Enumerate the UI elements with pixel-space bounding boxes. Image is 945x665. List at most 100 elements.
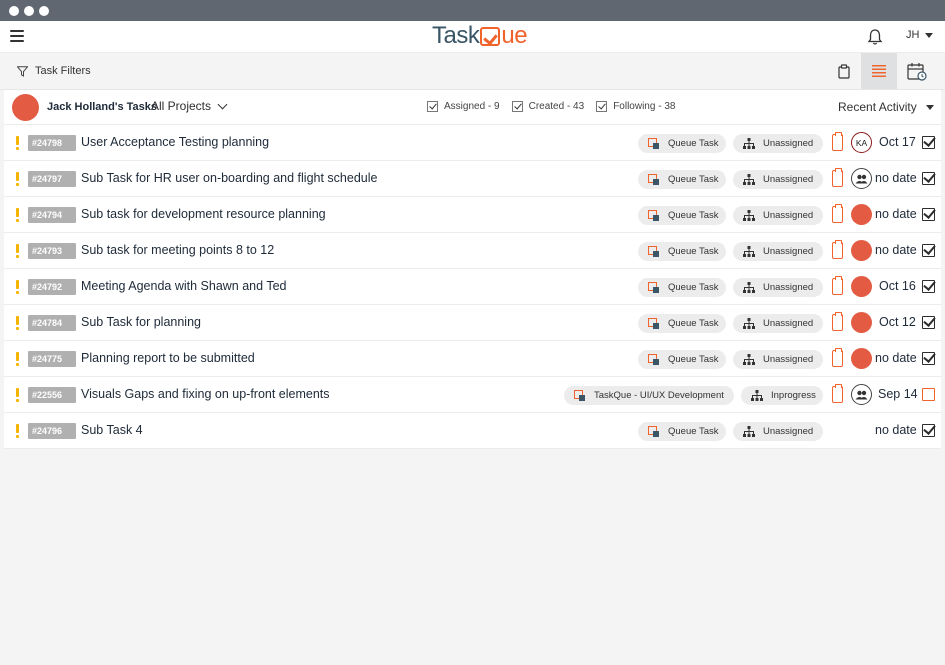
window-minimize-dot[interactable] (24, 5, 34, 16)
notification-bell-icon[interactable] (867, 28, 883, 46)
task-queue-pill[interactable]: TaskQue - UI/UX Development (564, 386, 734, 405)
task-complete-checkbox[interactable] (922, 208, 935, 221)
task-id-badge: #24797 (28, 171, 76, 187)
assignee-avatar[interactable] (851, 204, 872, 225)
assignee-group-avatar[interactable] (851, 168, 872, 189)
task-title[interactable]: Sub Task for HR user on-boarding and fli… (81, 171, 377, 185)
task-clipboard-icon[interactable] (832, 276, 843, 295)
task-complete-checkbox[interactable] (922, 172, 935, 185)
task-clipboard-icon[interactable] (832, 204, 843, 223)
task-row[interactable]: #24784 Sub Task for planning Queue Task Una… (4, 305, 941, 341)
task-queue-pill[interactable]: Queue Task (638, 242, 726, 261)
task-status-pill[interactable]: Unassigned (733, 278, 823, 297)
assignee-avatar[interactable] (851, 348, 872, 369)
task-row[interactable]: #24775 Planning report to be submitted Que… (4, 341, 941, 377)
filter-assigned[interactable]: Assigned - 9 (427, 101, 500, 112)
task-status-pill[interactable]: Unassigned (733, 314, 823, 333)
window-close-dot[interactable] (9, 5, 19, 16)
task-title[interactable]: Meeting Agenda with Shawn and Ted (81, 279, 286, 293)
task-row[interactable]: #24797 Sub Task for HR user on-boarding a… (4, 161, 941, 197)
task-status-pill[interactable]: Inprogress (741, 386, 823, 405)
task-complete-checkbox[interactable] (922, 352, 935, 365)
task-row[interactable]: #24794 Sub task for development resource … (4, 197, 941, 233)
filter-created[interactable]: Created - 43 (511, 101, 585, 112)
task-clipboard-icon[interactable] (832, 168, 843, 187)
user-menu[interactable]: JH (906, 29, 934, 41)
task-title[interactable]: Planning report to be submitted (81, 351, 255, 365)
task-title[interactable]: Sub task for meeting points 8 to 12 (81, 243, 274, 257)
task-id-badge: #24784 (28, 315, 76, 331)
task-clipboard-icon[interactable] (832, 240, 843, 259)
sort-select[interactable]: Recent Activity (838, 100, 934, 114)
task-due-date: Oct 17 (879, 135, 916, 149)
task-queue-pill[interactable]: Queue Task (638, 206, 726, 225)
task-status-label: Unassigned (763, 426, 814, 437)
task-row[interactable]: #22556 Visuals Gaps and fixing on up-fron… (4, 377, 941, 413)
hierarchy-icon (743, 246, 755, 257)
queue-icon (574, 389, 586, 402)
task-type-filters: Assigned - 9 Created - 43 Following - 38 (427, 101, 675, 112)
task-status-pill[interactable]: Unassigned (733, 422, 823, 441)
calendar-view-button[interactable] (899, 53, 935, 89)
filter-following[interactable]: Following - 38 (596, 101, 675, 112)
task-complete-checkbox[interactable] (922, 424, 935, 437)
sort-select-value: Recent Activity (838, 100, 917, 114)
task-clipboard-icon[interactable] (832, 312, 843, 331)
task-title[interactable]: Sub task for development resource planni… (81, 207, 326, 221)
project-select-value: All Projects (151, 99, 212, 113)
filter-following-checkbox[interactable] (596, 101, 608, 112)
task-queue-pill[interactable]: Queue Task (638, 134, 726, 153)
task-filters-button[interactable]: Task Filters (17, 65, 91, 77)
assignee-avatar[interactable]: KA (851, 132, 872, 153)
task-row[interactable]: #24792 Meeting Agenda with Shawn and Ted Q… (4, 269, 941, 305)
assignee-avatar[interactable] (851, 276, 872, 297)
task-queue-pill[interactable]: Queue Task (638, 350, 726, 369)
window-maximize-dot[interactable] (39, 5, 49, 16)
assignee-avatar[interactable] (851, 312, 872, 333)
project-select[interactable]: All Projects (151, 99, 228, 113)
task-status-pill[interactable]: Unassigned (733, 134, 823, 153)
task-queue-pill[interactable]: Queue Task (638, 278, 726, 297)
task-status-label: Unassigned (763, 174, 814, 185)
owner-avatar[interactable] (12, 94, 39, 121)
assignee-avatar[interactable] (851, 240, 872, 261)
filter-created-label: Created - 43 (528, 101, 585, 112)
task-queue-label: Queue Task (668, 246, 719, 257)
list-view-button[interactable] (861, 53, 897, 89)
filter-created-checkbox[interactable] (511, 101, 523, 112)
task-complete-checkbox[interactable] (922, 280, 935, 293)
task-complete-checkbox[interactable] (922, 388, 935, 401)
task-status-pill[interactable]: Unassigned (733, 350, 823, 369)
task-complete-checkbox[interactable] (922, 244, 935, 257)
priority-exclamation-icon (16, 208, 19, 222)
task-complete-checkbox[interactable] (922, 136, 935, 149)
filter-assigned-checkbox[interactable] (427, 101, 438, 112)
filter-toolbar: Task Filters (0, 53, 945, 90)
task-row[interactable]: #24796 Sub Task 4 Queue Task Unassigned no d… (4, 413, 941, 449)
board-view-button[interactable] (826, 53, 862, 89)
task-row[interactable]: #24793 Sub task for meeting points 8 to 1… (4, 233, 941, 269)
task-title[interactable]: Sub Task for planning (81, 315, 201, 329)
task-title[interactable]: Sub Task 4 (81, 423, 143, 437)
task-clipboard-icon[interactable] (832, 348, 843, 367)
task-status-pill[interactable]: Unassigned (733, 242, 823, 261)
task-status-pill[interactable]: Unassigned (733, 170, 823, 189)
task-queue-pill[interactable]: Queue Task (638, 170, 726, 189)
task-clipboard-icon[interactable] (832, 384, 843, 403)
task-queue-pill[interactable]: Queue Task (638, 314, 726, 333)
task-row[interactable]: #24798 User Acceptance Testing planning Qu… (4, 125, 941, 161)
assignee-group-avatar[interactable] (851, 384, 872, 405)
task-status-pill[interactable]: Unassigned (733, 206, 823, 225)
task-id-badge: #24775 (28, 351, 76, 367)
task-queue-pill[interactable]: Queue Task (638, 422, 726, 441)
task-status-label: Unassigned (763, 138, 814, 149)
task-status-label: Unassigned (763, 282, 814, 293)
task-complete-checkbox[interactable] (922, 316, 935, 329)
task-clipboard-icon[interactable] (832, 132, 843, 151)
task-status-label: Inprogress (771, 390, 816, 401)
task-title[interactable]: Visuals Gaps and fixing on up-front elem… (81, 387, 330, 401)
task-queue-label: Queue Task (668, 138, 719, 149)
task-title[interactable]: User Acceptance Testing planning (81, 135, 269, 149)
app-logo[interactable]: Task ue (432, 22, 528, 50)
menu-icon[interactable] (10, 30, 24, 42)
